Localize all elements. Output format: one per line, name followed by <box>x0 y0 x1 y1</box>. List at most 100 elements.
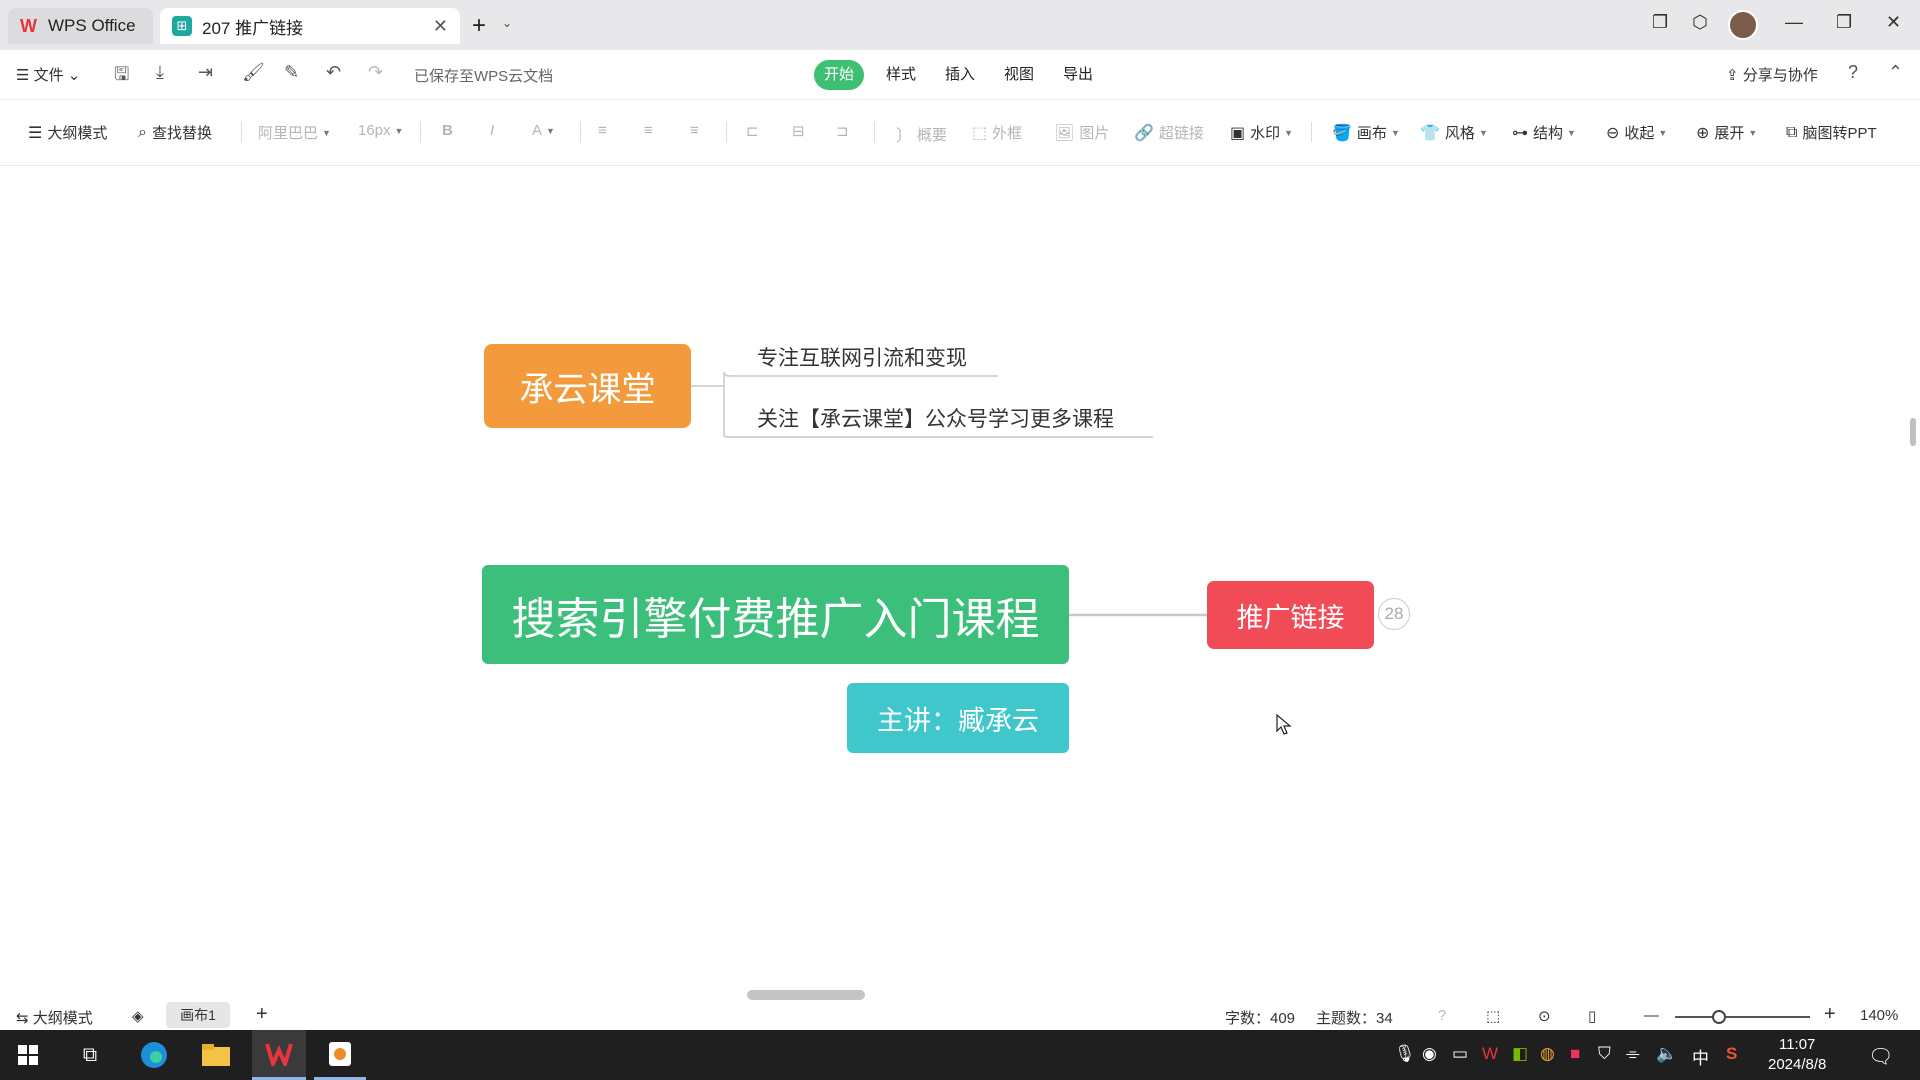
chrome-icon[interactable]: ◍ <box>1540 1044 1555 1064</box>
zoom-in-icon[interactable]: + <box>1824 1003 1836 1026</box>
insert-sibling-icon[interactable]: ⊟ <box>792 122 805 140</box>
help-circle-icon[interactable]: ? <box>1438 1007 1446 1024</box>
frame-button[interactable]: ⬚ 外框 <box>972 122 1022 143</box>
mindmap-canvas[interactable]: 承云课堂 专注互联网引流和变现 关注【承云课堂】公众号学习更多课程 搜索引擎付费… <box>0 166 1920 1000</box>
pen-icon[interactable]: ✎ <box>284 62 299 83</box>
file-explorer-icon[interactable] <box>190 1030 242 1080</box>
undo-icon[interactable]: ↶ <box>326 62 341 83</box>
windows-start-icon[interactable] <box>0 1030 56 1080</box>
topic-promotion-link[interactable]: 推广链接 <box>1207 581 1374 649</box>
tab-wps-office[interactable]: W WPS Office <box>8 8 153 44</box>
minimize-icon[interactable]: — <box>1785 12 1803 33</box>
cube-icon[interactable]: ⬡ <box>1692 12 1708 33</box>
image-button[interactable]: 🖼 图片 <box>1054 122 1109 143</box>
chevron-down-icon[interactable]: ⌄ <box>502 16 512 30</box>
structure-icon: ⊶ <box>1512 124 1528 142</box>
find-replace-button[interactable]: ⌕ 查找替换 <box>138 122 212 143</box>
add-canvas-icon[interactable]: + <box>256 1003 268 1026</box>
zoom-slider-knob[interactable] <box>1712 1010 1726 1024</box>
bold-button[interactable]: B <box>442 122 453 139</box>
canvas-tab[interactable]: 画布1 <box>166 1002 230 1028</box>
mindmap-to-ppt-button[interactable]: ⧉ 脑图转PPT <box>1786 122 1877 143</box>
zoom-slider[interactable] <box>1675 1016 1810 1018</box>
hyperlink-button[interactable]: 🔗 超链接 <box>1134 122 1204 143</box>
topic-chengyun-classroom[interactable]: 承云课堂 <box>484 344 691 428</box>
expand-button[interactable]: ⊕ 展开 ▼ <box>1696 122 1757 143</box>
tab-style[interactable]: 样式 <box>876 60 926 90</box>
leaf-topic-focus[interactable]: 专注互联网引流和变现 <box>757 342 967 372</box>
outline-label: 大纲模式 <box>47 125 108 142</box>
app-tray-icon[interactable]: ■ <box>1570 1044 1580 1064</box>
watermark-button[interactable]: ▣ 水印 ▼ <box>1230 122 1293 143</box>
align-right-icon[interactable]: ≡ <box>690 122 699 139</box>
file-menu-button[interactable]: ☰ 文件 ⌄ <box>16 64 80 85</box>
download-icon[interactable]: ⤓ <box>156 62 164 83</box>
zoom-level[interactable]: 140% <box>1860 1007 1898 1024</box>
ime-indicator[interactable]: 中 <box>1692 1044 1709 1069</box>
security-icon[interactable]: ◉ <box>1422 1044 1437 1064</box>
shield-icon[interactable]: ⛉ <box>1598 1044 1611 1064</box>
window-list-icon[interactable]: ❐ <box>1652 12 1668 33</box>
help-icon[interactable]: ? <box>1848 62 1858 83</box>
caret-down-icon: ▼ <box>1478 127 1488 138</box>
align-left-icon[interactable]: ≡ <box>598 122 607 139</box>
new-tab-icon[interactable]: + <box>472 12 486 40</box>
system-clock[interactable]: 11:07 2024/8/8 <box>1768 1035 1826 1075</box>
export-icon[interactable]: ⇥ <box>198 62 213 83</box>
outline-mode-toggle[interactable]: ⇆ 大纲模式 <box>16 1007 93 1028</box>
font-color-button[interactable]: A ▼ <box>532 122 555 139</box>
collapse-button[interactable]: ⊖ 收起 ▼ <box>1606 122 1667 143</box>
tab-start[interactable]: 开始 <box>814 60 865 90</box>
speaker-topic[interactable]: 主讲：臧承云 <box>847 683 1069 753</box>
tab-insert[interactable]: 插入 <box>935 60 985 90</box>
tab-view[interactable]: 视图 <box>994 60 1044 90</box>
style-label: 风格 <box>1444 125 1475 142</box>
insert-parent-icon[interactable]: ⊐ <box>836 122 849 140</box>
close-window-icon[interactable]: ✕ <box>1886 12 1901 33</box>
notification-icon[interactable]: 🗨 <box>1868 1044 1893 1069</box>
summary-button[interactable]: 〕概要 <box>896 122 947 146</box>
restore-icon[interactable]: ❐ <box>1836 12 1852 33</box>
volume-icon[interactable]: 🔈 <box>1656 1044 1677 1064</box>
style-button[interactable]: 👕 风格 ▼ <box>1420 122 1488 143</box>
structure-button[interactable]: ⊶ 结构 ▼ <box>1512 122 1576 143</box>
nvidia-icon[interactable]: ◧ <box>1512 1044 1528 1064</box>
save-icon[interactable]: 🖫 <box>114 62 129 92</box>
horizontal-scrollbar[interactable] <box>747 990 865 1000</box>
wps-tray-icon[interactable]: W <box>1482 1044 1498 1064</box>
collapsed-count-badge[interactable]: 28 <box>1378 598 1410 630</box>
collapse-ribbon-icon[interactable]: ⌃ <box>1888 62 1903 83</box>
share-button[interactable]: ⇪ 分享与协作 <box>1726 64 1818 85</box>
canvas-button[interactable]: 🪣 画布 ▼ <box>1332 122 1400 143</box>
avatar[interactable] <box>1728 10 1758 40</box>
tab-export[interactable]: 导出 <box>1053 60 1103 90</box>
microphone-icon[interactable]: 🎙 <box>1394 1044 1416 1064</box>
network-icon[interactable]: ⌯ <box>1626 1044 1640 1064</box>
wps-taskbar-icon[interactable] <box>252 1030 306 1080</box>
paint-app-icon[interactable] <box>314 1030 366 1080</box>
sogou-ime-icon[interactable]: S <box>1726 1044 1737 1064</box>
close-tab-icon[interactable]: ✕ <box>433 16 448 37</box>
leaf-topic-follow[interactable]: 关注【承云课堂】公众号学习更多课程 <box>757 403 1114 433</box>
font-size-select[interactable]: 16px ▼ <box>358 122 403 139</box>
align-center-icon[interactable]: ≡ <box>644 122 653 139</box>
canvas-label: 画布 <box>1356 125 1387 142</box>
zoom-out-icon[interactable]: — <box>1644 1007 1659 1024</box>
main-topic[interactable]: 搜索引擎付费推广入门课程 <box>482 565 1069 664</box>
locate-icon[interactable]: ⊙ <box>1538 1007 1551 1025</box>
vertical-scrollbar[interactable] <box>1910 418 1916 446</box>
redo-icon[interactable]: ↷ <box>368 62 383 83</box>
layers-icon[interactable]: ◈ <box>132 1007 144 1025</box>
font-family-select[interactable]: 阿里巴巴 ▼ <box>258 122 331 143</box>
menu-bar: ☰ 文件 ⌄ 🖫 ⤓ ⇥ 🖌 ✎ ↶ ↷ 已保存至WPS云文档 开始 样式 插入… <box>0 50 1920 100</box>
outline-mode-button[interactable]: ☰ 大纲模式 <box>28 122 107 143</box>
task-view-icon[interactable]: ⧉ <box>64 1030 116 1080</box>
select-icon[interactable]: ⬚ <box>1486 1007 1500 1025</box>
edge-browser-icon[interactable] <box>128 1030 180 1080</box>
map-icon[interactable]: ▯ <box>1588 1007 1596 1025</box>
format-painter-icon[interactable]: 🖌 <box>242 62 265 83</box>
insert-child-icon[interactable]: ⊏ <box>746 122 759 140</box>
tab-document[interactable]: ⊞ 207 推广链接 ✕ <box>160 8 460 44</box>
italic-button[interactable]: I <box>490 122 494 139</box>
display-icon[interactable]: ▭ <box>1452 1044 1468 1064</box>
